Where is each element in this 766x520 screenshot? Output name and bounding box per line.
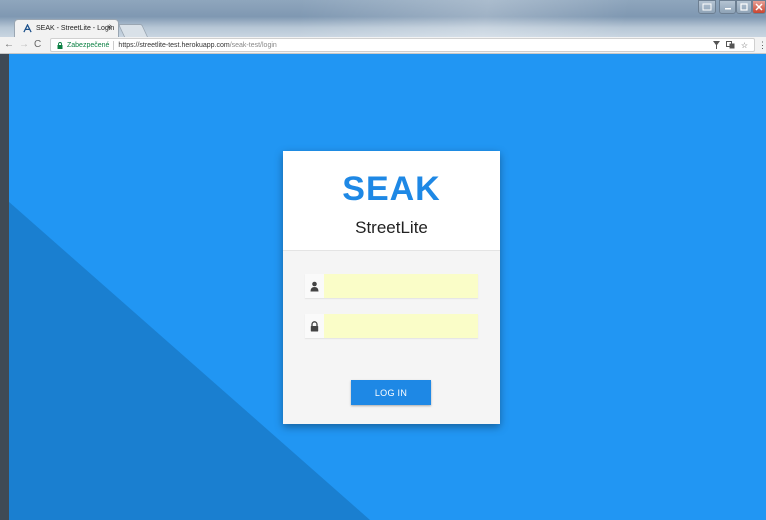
forward-button[interactable]: → [19, 39, 29, 51]
app-name: StreetLite [355, 218, 428, 237]
new-tab-button[interactable] [117, 24, 149, 37]
lock-icon [305, 314, 324, 338]
back-button[interactable]: ← [4, 39, 14, 51]
filter-icon[interactable] [712, 41, 720, 49]
url-host: https://streetlite-test.herokuapp.com [118, 41, 230, 49]
browser-menu-icon[interactable]: ⋮ [758, 40, 766, 51]
omnibox-separator [113, 40, 115, 50]
secure-label: Zabezpečené [67, 41, 110, 49]
translate-icon[interactable] [725, 41, 735, 49]
secure-lock-icon [57, 41, 63, 49]
username-field [305, 274, 478, 298]
maximize-button[interactable] [736, 0, 752, 14]
seak-favicon-icon [23, 24, 32, 33]
minimize-icon [724, 8, 731, 10]
address-bar[interactable]: Zabezpečené https://streetlite-test.hero… [50, 38, 755, 52]
seak-logo: SEAK [342, 170, 440, 206]
maximize-icon [740, 3, 748, 11]
browser-tab[interactable]: SEAK - StreetLite - Login × [14, 19, 119, 37]
login-button[interactable]: LOG IN [351, 380, 431, 405]
window-left-edge [0, 54, 9, 520]
reload-button[interactable]: C [34, 39, 41, 51]
tab-close-icon[interactable]: × [107, 23, 112, 32]
browser-toolbar: ← → C Zabezpečené https://streetlite-tes… [0, 37, 766, 54]
close-icon [755, 3, 763, 11]
svg-text:SEAK: SEAK [342, 170, 440, 206]
login-card: SEAK StreetLite LOG IN [283, 151, 500, 424]
user-profile-button[interactable] [698, 0, 716, 14]
user-icon [305, 274, 324, 298]
close-window-button[interactable] [752, 0, 766, 14]
tab-title: SEAK - StreetLite - Login [36, 25, 115, 32]
url-path: /seak-test/login [229, 41, 277, 49]
login-card-header: SEAK StreetLite [283, 151, 500, 251]
omnibox-actions: ☆ [712, 41, 748, 50]
minimize-button[interactable] [719, 0, 736, 14]
bookmark-star-icon[interactable]: ☆ [741, 41, 748, 50]
username-input[interactable] [324, 274, 478, 298]
password-input[interactable] [324, 314, 478, 338]
url-text: https://streetlite-test.herokuapp.com/se… [118, 42, 276, 49]
window-titlebar: SEAK - StreetLite - Login × [0, 0, 766, 37]
password-field [305, 314, 478, 338]
user-icon [702, 3, 712, 11]
